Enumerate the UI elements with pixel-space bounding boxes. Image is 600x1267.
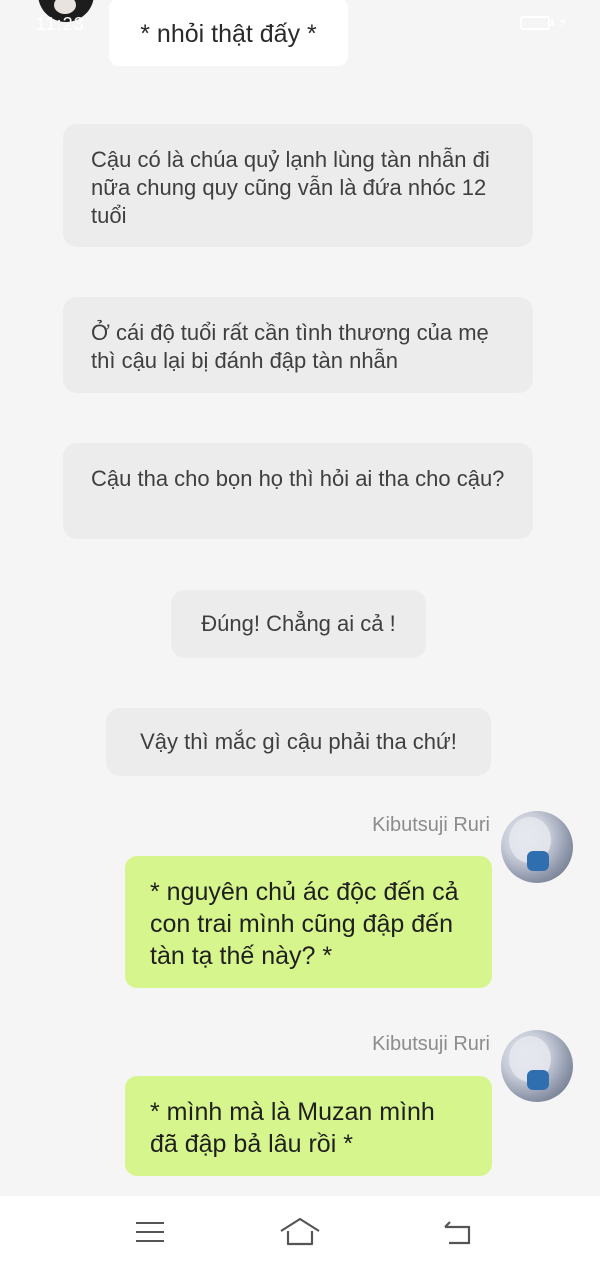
home-icon — [280, 1217, 320, 1245]
charging-icon: ⚡ — [558, 14, 568, 30]
message-bubble[interactable]: Cậu tha cho bọn họ thì hỏi ai tha cho cậ… — [63, 443, 533, 539]
battery-icon — [520, 16, 550, 30]
menu-icon — [136, 1221, 164, 1242]
menu-button[interactable] — [110, 1196, 190, 1267]
back-icon — [444, 1220, 471, 1244]
message-bubble[interactable]: * nguyên chủ ác độc đến cả con trai mình… — [125, 856, 492, 988]
message-text: * nguyên chủ ác độc đến cả con trai mình… — [150, 878, 459, 970]
message-text: Cậu có là chúa quỷ lạnh lùng tàn nhẫn đi… — [91, 147, 490, 228]
message-text: Cậu tha cho bọn họ thì hỏi ai tha cho cậ… — [91, 466, 505, 491]
sender-avatar[interactable] — [501, 811, 573, 883]
home-button[interactable] — [260, 1196, 340, 1267]
message-bubble[interactable]: Đúng! Chẳng ai cả ! — [171, 590, 426, 658]
message-bubble[interactable]: Ở cái độ tuổi rất cần tình thương của mẹ… — [63, 297, 533, 393]
battery-tip — [551, 20, 554, 26]
sender-name: Kibutsuji Ruri — [372, 814, 490, 836]
navigation-bar — [0, 1196, 600, 1267]
sender-name: Kibutsuji Ruri — [372, 1033, 490, 1055]
message-bubble[interactable]: * mình mà là Muzan mình đã đập bả lâu rồ… — [125, 1076, 492, 1176]
message-bubble[interactable]: * nhỏi thật đấy * — [109, 0, 348, 66]
message-text: Vậy thì mắc gì cậu phải tha chứ! — [140, 729, 457, 754]
message-text: * nhỏi thật đấy * — [140, 20, 317, 48]
message-text: Ở cái độ tuổi rất cần tình thương của mẹ… — [91, 320, 489, 373]
message-bubble[interactable]: Vậy thì mắc gì cậu phải tha chứ! — [106, 708, 491, 776]
back-button[interactable] — [417, 1196, 497, 1267]
sender-avatar[interactable] — [501, 1030, 573, 1102]
message-text: * mình mà là Muzan mình đã đập bả lâu rồ… — [150, 1098, 435, 1158]
message-text: Đúng! Chẳng ai cả ! — [201, 611, 396, 636]
message-bubble[interactable]: Cậu có là chúa quỷ lạnh lùng tàn nhẫn đi… — [63, 124, 533, 247]
status-time: 11:23 — [36, 14, 85, 34]
